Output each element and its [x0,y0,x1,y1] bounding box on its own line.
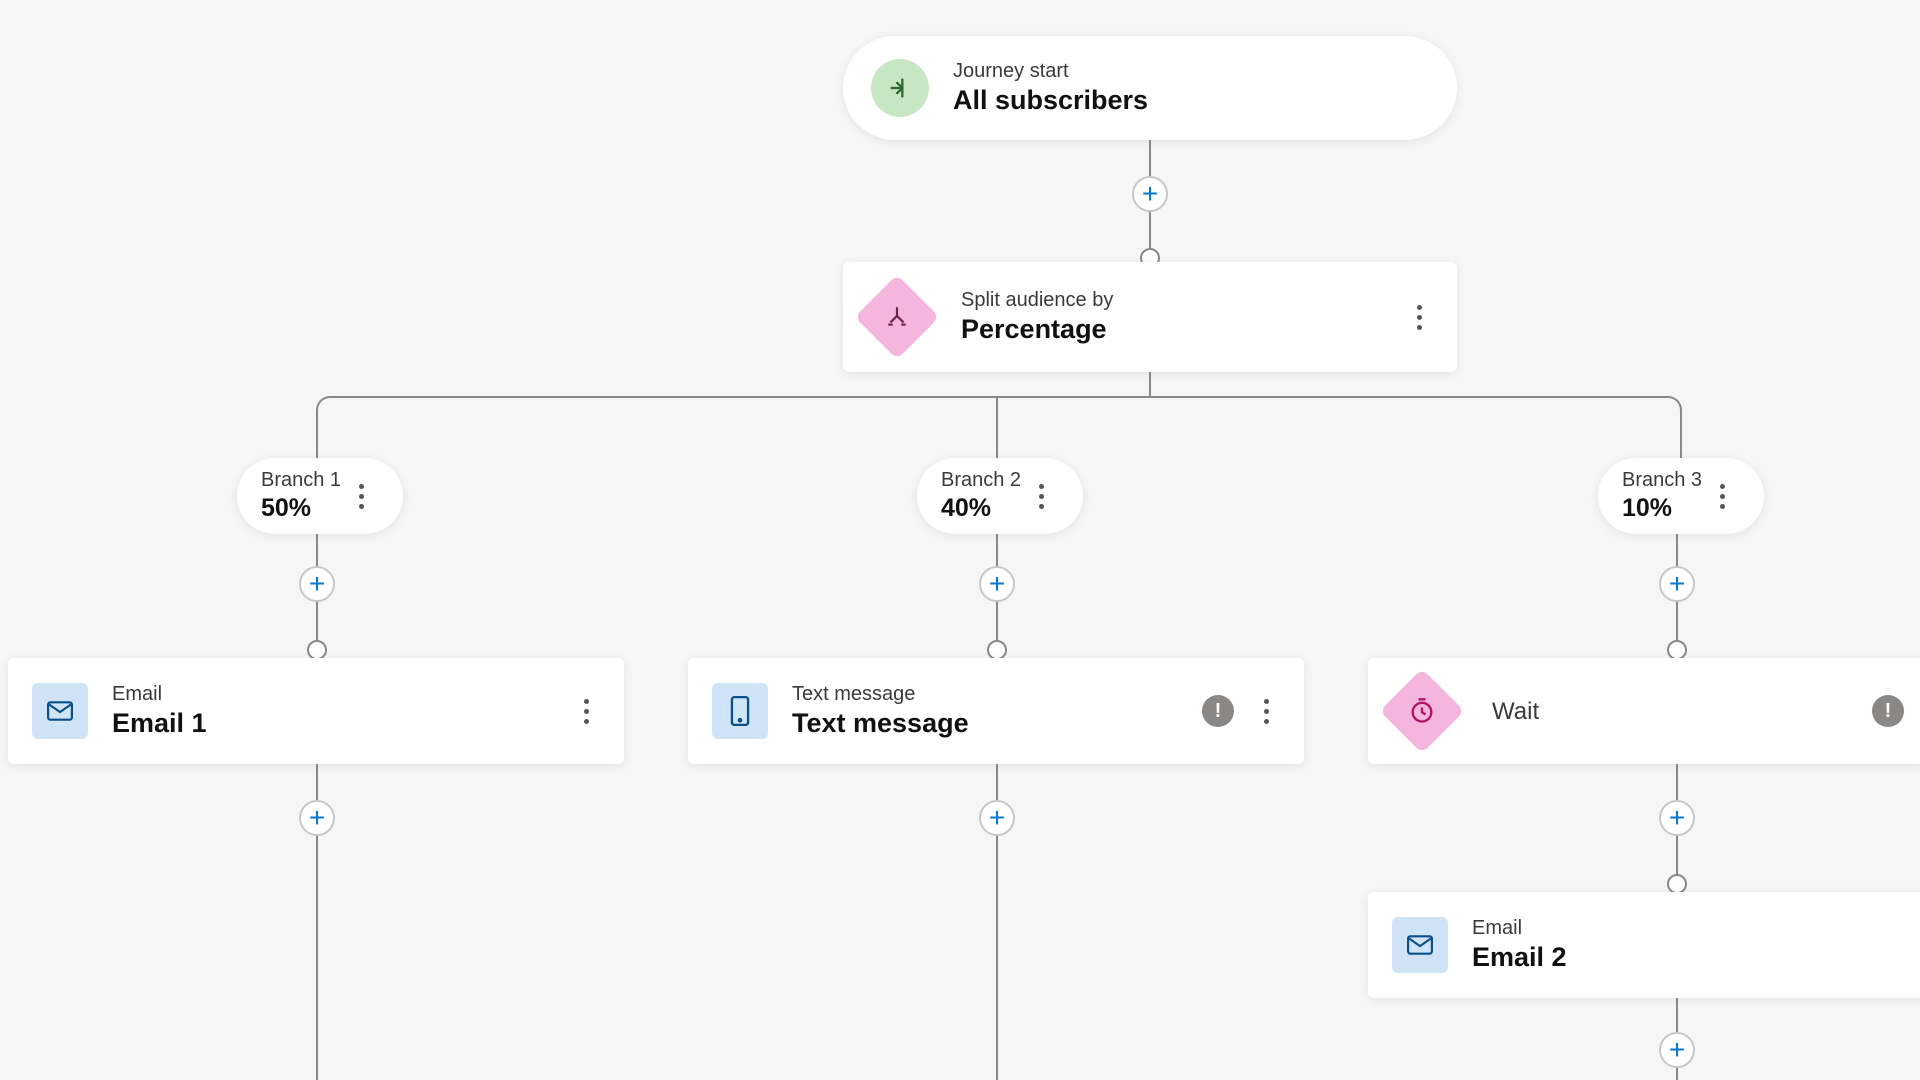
add-step-button[interactable]: + [299,566,335,602]
connector [996,398,998,460]
connector-dot [307,640,327,660]
warning-icon [1872,695,1904,727]
journey-start-sub: Journey start [953,60,1148,83]
warning-icon [1202,695,1234,727]
add-step-button[interactable]: + [1132,176,1168,212]
journey-canvas[interactable]: Journey start All subscribers + Split au… [0,0,1920,1080]
email-icon [1392,917,1448,973]
wait-title: Wait [1492,698,1539,726]
add-step-button[interactable]: + [1659,566,1695,602]
branch-label: Branch 3 [1622,469,1702,492]
add-step-button[interactable]: + [299,800,335,836]
sms-more-button[interactable] [1252,693,1280,729]
split-icon [855,275,940,360]
split-title: Percentage [961,314,1113,345]
connector [346,396,1652,398]
email-icon [32,683,88,739]
enter-icon [871,59,929,117]
branch-label: Branch 1 [261,469,341,492]
connector-dot [1667,874,1687,894]
branch-more-button[interactable] [1027,478,1055,514]
journey-start-node[interactable]: Journey start All subscribers [843,36,1457,140]
connector [1680,426,1682,460]
add-step-button[interactable]: + [1659,800,1695,836]
branch-pill-1[interactable]: Branch 1 50% [237,458,403,534]
email1-sub: Email [112,683,207,706]
branch-label: Branch 2 [941,469,1021,492]
sms-node[interactable]: Text message Text message [688,658,1304,764]
journey-start-title: All subscribers [953,85,1148,116]
branch-more-button[interactable] [347,478,375,514]
connector [316,426,318,460]
email2-title: Email 2 [1472,942,1567,973]
add-step-button[interactable]: + [1659,1032,1695,1068]
connector-dot [1667,640,1687,660]
split-sub: Split audience by [961,289,1113,312]
sms-title: Text message [792,708,969,739]
email1-title: Email 1 [112,708,207,739]
add-step-button[interactable]: + [979,566,1015,602]
email1-more-button[interactable] [572,693,600,729]
branch-pill-2[interactable]: Branch 2 40% [917,458,1083,534]
email1-node[interactable]: Email Email 1 [8,658,624,764]
wait-icon [1380,669,1465,754]
split-node[interactable]: Split audience by Percentage [843,262,1457,372]
sms-sub: Text message [792,683,969,706]
connector-dot [987,640,1007,660]
branch-pill-3[interactable]: Branch 3 10% [1598,458,1764,534]
connector [1652,396,1682,426]
branch-more-button[interactable] [1708,478,1736,514]
branch-pct: 50% [261,494,341,523]
connector [1149,372,1151,396]
email2-node[interactable]: Email Email 2 [1368,892,1920,998]
add-step-button[interactable]: + [979,800,1015,836]
phone-icon [712,683,768,739]
connector [316,396,346,426]
branch-pct: 10% [1622,494,1702,523]
split-more-button[interactable] [1405,299,1433,335]
branch-pct: 40% [941,494,1021,523]
wait-node[interactable]: Wait [1368,658,1920,764]
email2-sub: Email [1472,917,1567,940]
